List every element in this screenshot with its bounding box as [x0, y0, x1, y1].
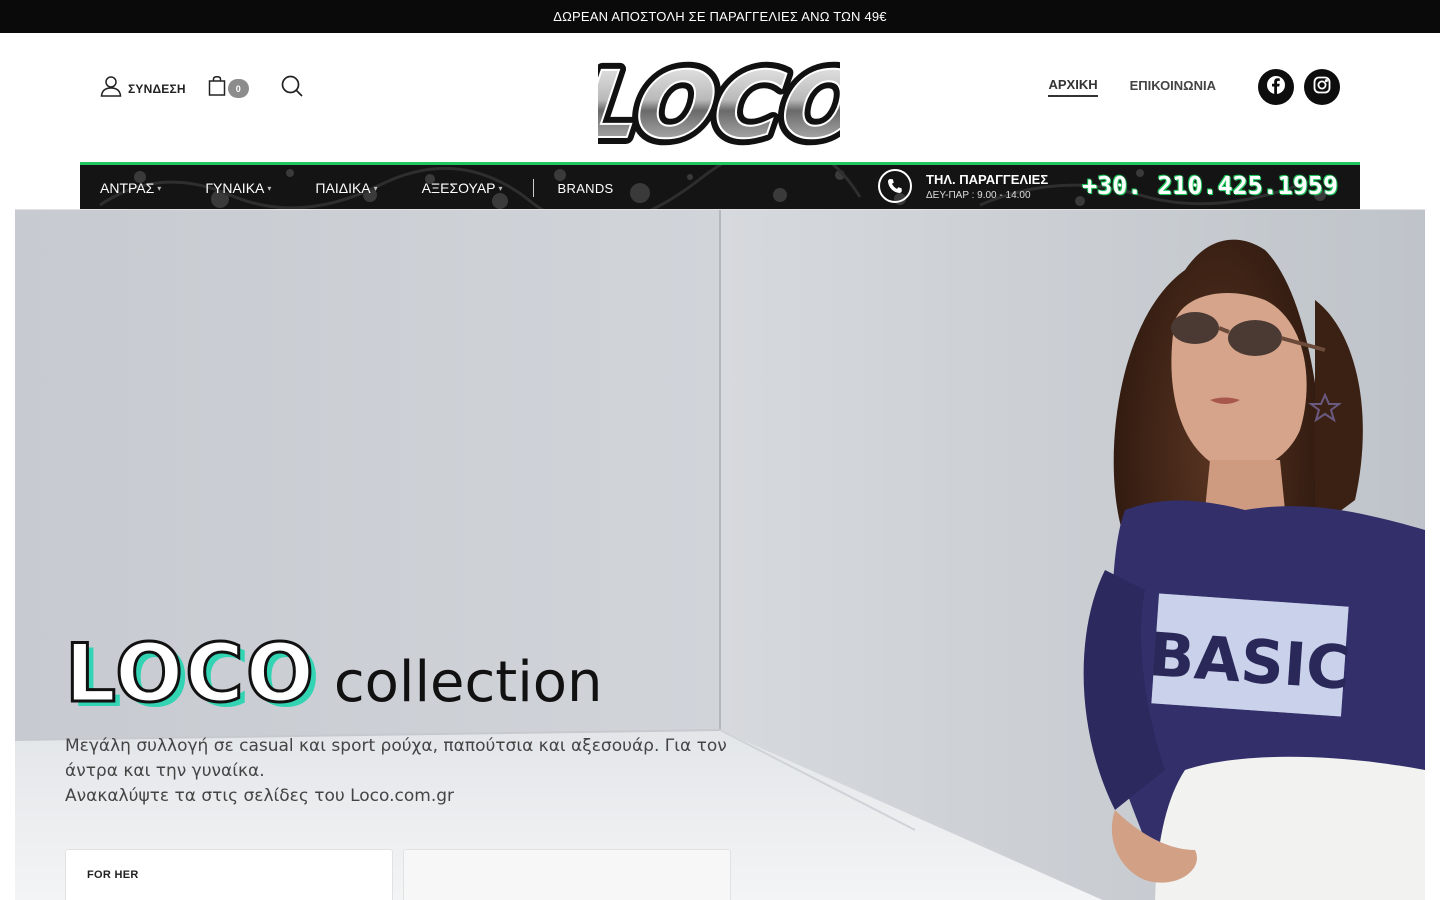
promo-bar: ΔΩΡΕΑΝ ΑΠΟΣΤΟΛΗ ΣΕ ΠΑΡΑΓΓΕΛΙΕΣ ΑΝΩ ΤΩΝ 4…	[0, 0, 1440, 33]
phone-orders-block: ΤΗΛ. ΠΑΡΑΓΓΕΛΙΕΣ ΔΕΥ-ΠΑΡ : 9.00 - 14.00	[878, 169, 1048, 203]
hero-description-line-2: Ανακαλύψτε τα στις σελίδες του Loco.com.…	[65, 786, 455, 806]
facebook-button[interactable]	[1258, 69, 1294, 105]
chevron-down-icon: ▾	[267, 183, 272, 193]
category-brands-label: BRANDS	[557, 180, 614, 196]
category-women-label: ΓΥΝΑΙΚΑ	[205, 180, 265, 196]
phone-text: ΤΗΛ. ΠΑΡΑΓΓΕΛΙΕΣ ΔΕΥ-ΠΑΡ : 9.00 - 14.00	[926, 172, 1048, 201]
category-brands[interactable]: BRANDS	[558, 181, 614, 196]
search-button[interactable]	[281, 75, 303, 102]
category-kids[interactable]: ΠΑΙΔΙΚΑ ▾	[315, 180, 377, 196]
category-accessories-label: ΑΞΕΣΟΥΑΡ	[421, 180, 496, 196]
header-right-nav: ΑΡΧΙΚΗ ΕΠΙΚΟΙΝΩΝΙΑ	[1048, 69, 1340, 105]
collection-card[interactable]	[403, 849, 731, 900]
site-logo[interactable]: LOCO LOCO	[567, 44, 875, 165]
category-list: ΑΝΤΡΑΣ ▾ ΓΥΝΑΙΚΑ ▾ ΠΑΙΔΙΚΑ ▾ ΑΞΕΣΟΥΑΡ ▾ BRAN…	[100, 165, 658, 211]
phone-number-link[interactable]: +30. 210.425.1959	[1082, 171, 1338, 200]
for-her-card[interactable]: FOR HER	[65, 849, 393, 900]
category-nav-bar: ΑΝΤΡΑΣ ▾ ΓΥΝΑΙΚΑ ▾ ΠΑΙΔΙΚΑ ▾ ΑΞΕΣΟΥΑΡ ▾ BRAN…	[80, 162, 1360, 211]
facebook-icon	[1266, 75, 1286, 100]
header-utilities: ΣΥΝΔΕΣΗ 0	[100, 75, 303, 102]
category-women[interactable]: ΓΥΝΑΙΚΑ ▾	[205, 180, 271, 196]
hero-title: LOCO collection	[64, 627, 603, 720]
promo-text: ΔΩΡΕΑΝ ΑΠΟΣΤΟΛΗ ΣΕ ΠΑΡΑΓΓΕΛΙΕΣ ΑΝΩ ΤΩΝ 4…	[553, 9, 887, 24]
shopping-bag-icon	[208, 76, 226, 101]
site-header: ΣΥΝΔΕΣΗ 0 LOCO LOCO ΑΡΧΙΚΗ ΕΠΙΚΟΙΝΩΝΙΑ Α…	[0, 33, 1440, 211]
phone-icon	[878, 169, 912, 203]
for-her-card-label: FOR HER	[87, 869, 139, 881]
hero-description-line-1: Μεγάλη συλλογή σε casual και sport ρούχα…	[65, 736, 727, 781]
nav-contact-link[interactable]: ΕΠΙΚΟΙΝΩΝΙΑ	[1130, 78, 1216, 96]
hero-title-rest: collection	[333, 650, 603, 715]
instagram-icon	[1313, 76, 1331, 99]
phone-hours: ΔΕΥ-ΠΑΡ : 9.00 - 14.00	[926, 189, 1031, 201]
cart-count-badge: 0	[227, 79, 249, 98]
user-icon	[100, 75, 122, 102]
hero-description: Μεγάλη συλλογή σε casual και sport ρούχα…	[65, 734, 745, 809]
category-accessories[interactable]: ΑΞΕΣΟΥΑΡ ▾	[422, 180, 503, 196]
category-men[interactable]: ΑΝΤΡΑΣ ▾	[100, 180, 161, 196]
category-men-label: ΑΝΤΡΑΣ	[100, 180, 155, 196]
logo-text: LOCO	[598, 51, 840, 151]
login-link[interactable]: ΣΥΝΔΕΣΗ	[100, 75, 186, 102]
login-label: ΣΥΝΔΕΣΗ	[128, 81, 186, 96]
instagram-button[interactable]	[1304, 69, 1340, 105]
cart-button[interactable]: 0	[208, 76, 249, 101]
chevron-down-icon: ▾	[498, 183, 503, 193]
chevron-down-icon: ▾	[157, 183, 162, 193]
search-icon	[281, 75, 303, 102]
hero-title-brand: LOCO	[64, 627, 316, 720]
category-divider	[532, 179, 534, 197]
chevron-down-icon: ▾	[373, 183, 378, 193]
category-kids-label: ΠΑΙΔΙΚΑ	[315, 180, 371, 196]
phone-title: ΤΗΛ. ΠΑΡΑΓΓΕΛΙΕΣ	[926, 171, 1049, 187]
shirt-print-text: BASIC	[1146, 620, 1352, 704]
nav-home-link[interactable]: ΑΡΧΙΚΗ	[1048, 77, 1098, 97]
hero-banner: BASIC LOCO collection Μεγάλη συλλογή σε …	[15, 209, 1425, 900]
